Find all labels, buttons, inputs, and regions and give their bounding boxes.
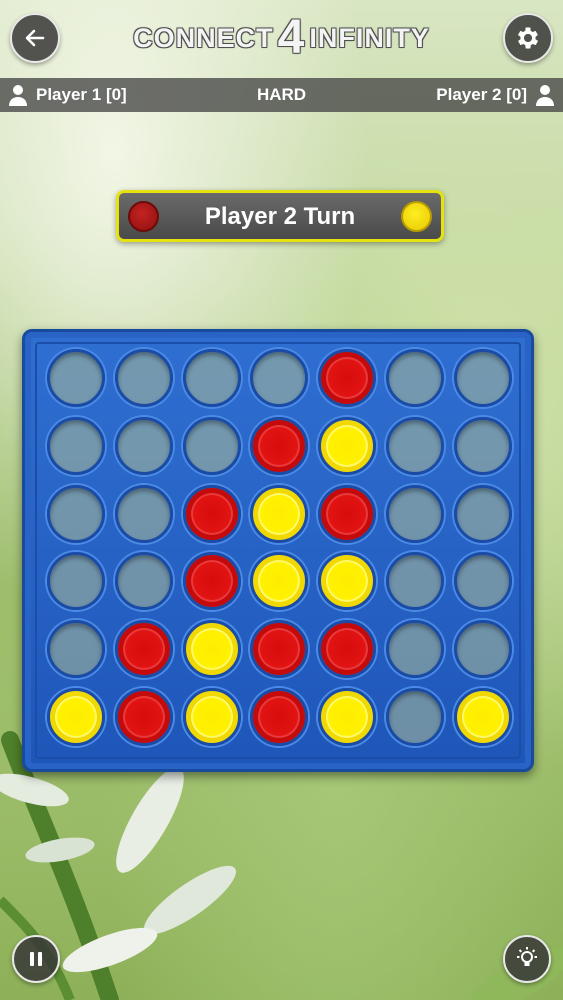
board-cell-red[interactable] [318, 349, 377, 407]
board-cell-red[interactable] [114, 688, 173, 746]
board-cell-empty[interactable] [453, 484, 512, 543]
board-cell-empty[interactable] [453, 552, 512, 611]
settings-button[interactable] [503, 13, 553, 63]
board-cell-empty[interactable] [114, 349, 173, 407]
board-cell-empty[interactable] [386, 552, 444, 611]
board-cell-yellow[interactable] [47, 688, 105, 746]
lightbulb-icon [517, 947, 537, 966]
board-cell-red[interactable] [250, 416, 309, 475]
board-cell-empty[interactable] [47, 552, 105, 611]
board-cell-empty[interactable] [47, 349, 105, 407]
turn-text: Player 2 Turn [204, 203, 356, 230]
board-cell-empty[interactable] [182, 416, 241, 475]
board-cell-empty[interactable] [453, 416, 512, 475]
score-strip: Player 1 [0] HARD Player 2 [0] [0, 78, 563, 112]
pause-button[interactable] [12, 935, 60, 983]
board-cell-yellow[interactable] [318, 416, 377, 475]
user-icon [536, 85, 554, 106]
board-cell-empty[interactable] [114, 552, 173, 611]
board-cell-yellow[interactable] [453, 688, 512, 746]
board-cell-red[interactable] [114, 620, 173, 679]
back-button[interactable] [10, 13, 60, 63]
board-cell-empty[interactable] [182, 349, 241, 407]
board-cell-red[interactable] [182, 484, 241, 543]
board-cell-red[interactable] [318, 620, 377, 679]
board-cell-yellow[interactable] [182, 688, 241, 746]
board-cell-yellow[interactable] [250, 484, 309, 543]
gear-icon [517, 27, 539, 49]
board-cell-empty[interactable] [386, 349, 444, 407]
player2-status: Player 2 [0] [436, 84, 555, 106]
board-cell-empty[interactable] [386, 620, 444, 679]
board-cell-empty[interactable] [250, 349, 309, 407]
board-cell-empty[interactable] [386, 416, 444, 475]
board-cell-empty[interactable] [47, 416, 105, 475]
board-cell-empty[interactable] [453, 620, 512, 679]
logo-word-infinity: INFINITY [309, 22, 430, 53]
pause-icon [30, 952, 42, 966]
logo-number-four: 4 [277, 11, 306, 64]
player2-score-label: Player 2 [0] [436, 85, 527, 104]
board-cell-empty[interactable] [114, 484, 173, 543]
board-cell-empty[interactable] [47, 484, 105, 543]
logo-word-connect: CONNECT [133, 22, 274, 53]
hint-button[interactable] [503, 935, 551, 983]
game-logo: CONNECT 4 INFINITY [90, 14, 473, 62]
board-cell-red[interactable] [318, 484, 377, 543]
turn-indicator: Player 2 Turn [116, 190, 444, 242]
board-cell-yellow[interactable] [182, 620, 241, 679]
board-cell-empty[interactable] [453, 349, 512, 407]
board-cell-empty[interactable] [386, 688, 444, 746]
game-board[interactable] [22, 329, 534, 772]
board-cell-empty[interactable] [114, 416, 173, 475]
board-cell-red[interactable] [182, 552, 241, 611]
yellow-disc-indicator [401, 201, 432, 232]
top-bar: CONNECT 4 INFINITY [0, 0, 563, 78]
board-cell-red[interactable] [250, 688, 309, 746]
board-cell-empty[interactable] [386, 484, 444, 543]
board-cell-empty[interactable] [47, 620, 105, 679]
arrow-left-icon [25, 29, 45, 47]
board-cell-yellow[interactable] [318, 688, 377, 746]
